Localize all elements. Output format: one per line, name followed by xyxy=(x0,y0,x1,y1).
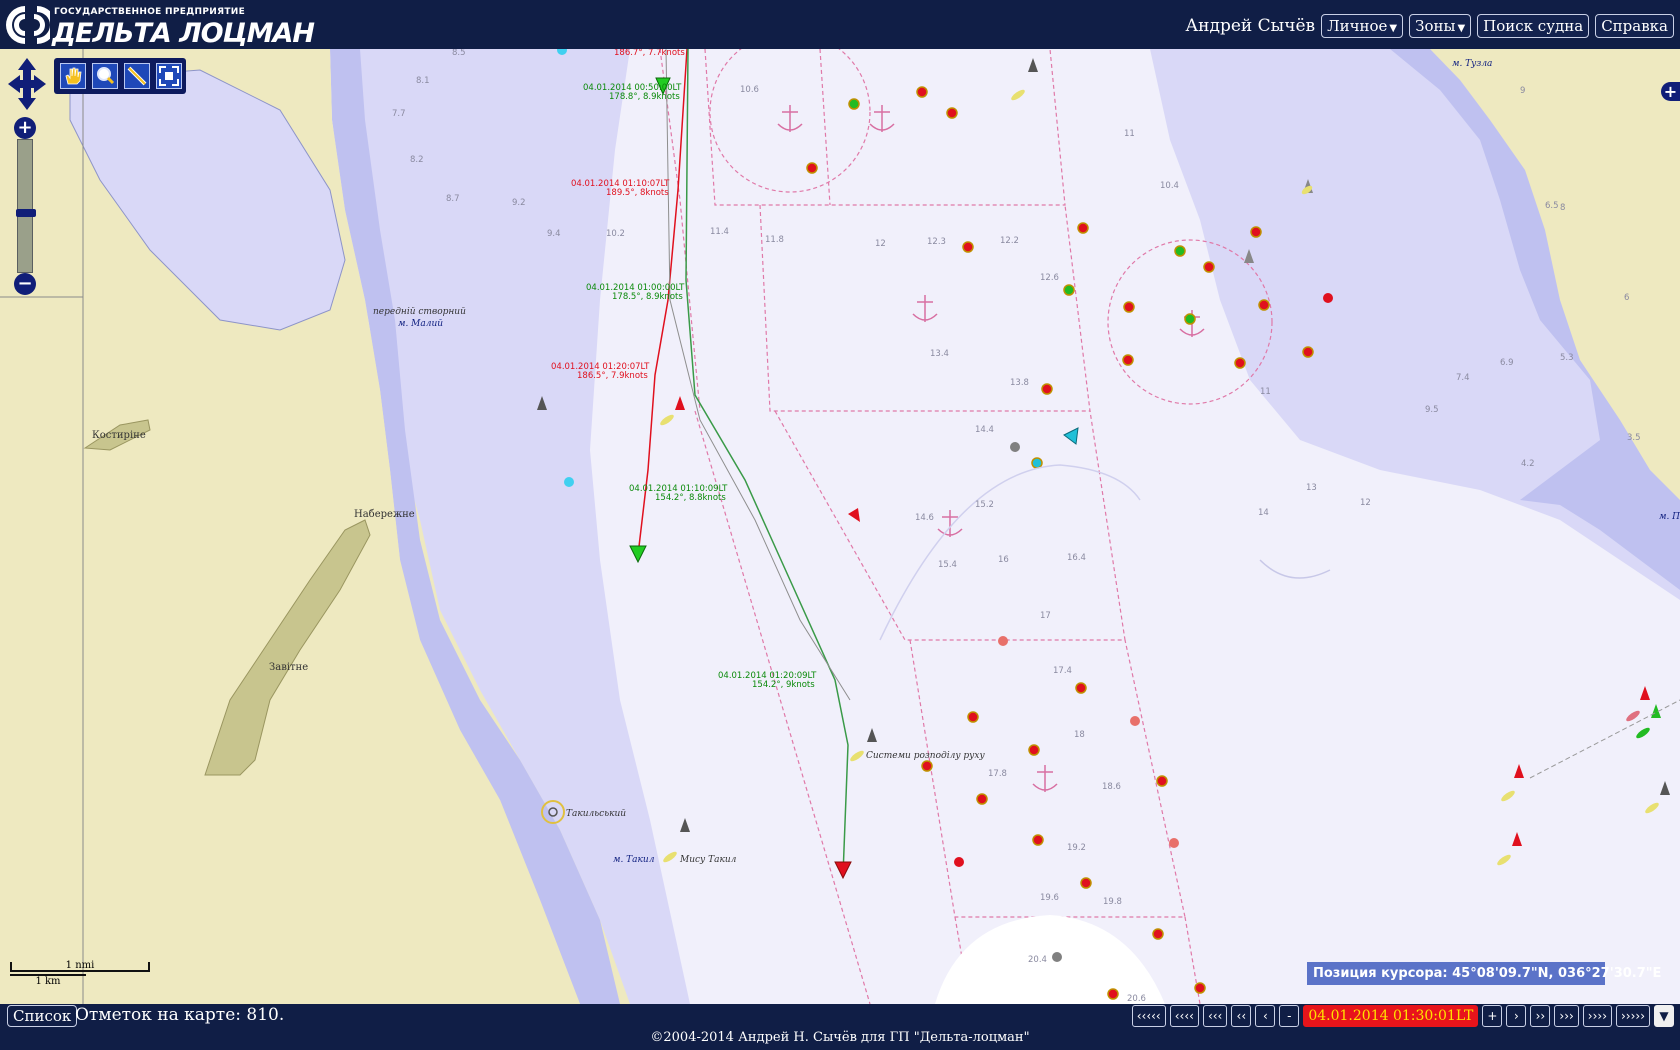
bottom-bar: Список Отметок на карте: 810. ‹‹‹‹‹ ‹‹‹‹… xyxy=(0,1004,1680,1050)
time-forward-4-button[interactable]: ›››› xyxy=(1582,1005,1612,1027)
hand-pan-tool-icon[interactable] xyxy=(60,63,86,89)
menu-personal-label: Личное xyxy=(1327,17,1388,35)
chevron-down-icon: ▼ xyxy=(1457,23,1466,34)
zoom-out-button[interactable]: − xyxy=(14,273,36,295)
time-forward-3-button[interactable]: ››› xyxy=(1554,1005,1579,1027)
zoom-slider[interactable]: + − xyxy=(14,117,36,295)
time-forward-2-button[interactable]: ›› xyxy=(1530,1005,1551,1027)
time-back-3-button[interactable]: ‹‹‹ xyxy=(1202,1005,1228,1027)
time-back-4-button[interactable]: ‹‹‹‹ xyxy=(1169,1005,1199,1027)
chart-canvas[interactable] xyxy=(0,49,1680,1004)
user-box: Андрей Сычёв Личное ▼ Зоны ▼ Поиск судна С… xyxy=(1185,14,1680,38)
menu-personal-button[interactable]: Личное ▼ xyxy=(1321,14,1404,38)
logo[interactable]: ГОСУДАРСТВЕННОЕ ПРЕДПРИЯТИЕ ДЕЛЬТА ЛОЦМА… xyxy=(4,4,315,49)
top-bar: ГОСУДАРСТВЕННОЕ ПРЕДПРИЯТИЕ ДЕЛЬТА ЛОЦМА… xyxy=(0,0,1680,49)
time-navigation: ‹‹‹‹‹ ‹‹‹‹ ‹‹‹ ‹‹ ‹ - 04.01.2014 01:30:0… xyxy=(1128,1005,1674,1027)
time-back-2-button[interactable]: ‹‹ xyxy=(1231,1005,1252,1027)
logo-subtitle: ГОСУДАРСТВЕННОЕ ПРЕДПРИЯТИЕ xyxy=(54,7,246,17)
play-dropdown-icon[interactable]: ▼ xyxy=(1654,1005,1674,1027)
expand-panel-button[interactable]: + xyxy=(1661,82,1680,101)
delta-logo-icon xyxy=(6,6,50,44)
nautical-chart-map[interactable]: 8.5 8.1 7.7 8.2 8.7 9.2 9.4 10.6 10.2 11… xyxy=(0,49,1680,1004)
time-minus-button[interactable]: - xyxy=(1279,1005,1300,1027)
current-time-display[interactable]: 04.01.2014 01:30:01LT xyxy=(1303,1005,1479,1027)
menu-zones-label: Зоны xyxy=(1415,17,1456,35)
time-forward-1-button[interactable]: › xyxy=(1506,1005,1527,1027)
time-plus-button[interactable]: + xyxy=(1482,1005,1503,1027)
cursor-position-readout: Позиция курсора: 45°08'09.7"N, 036°27'30… xyxy=(1307,962,1661,985)
fullscreen-tool-icon[interactable] xyxy=(156,63,182,89)
marks-count: Отметок на карте: 810. xyxy=(75,1005,285,1025)
list-button[interactable]: Список xyxy=(7,1005,78,1027)
zoom-handle[interactable] xyxy=(16,209,36,217)
help-button[interactable]: Справка xyxy=(1595,14,1674,38)
pan-control[interactable] xyxy=(8,58,46,110)
zoom-track[interactable] xyxy=(16,139,36,273)
zoom-lens-tool-icon[interactable] xyxy=(92,63,118,89)
chevron-down-icon: ▼ xyxy=(1389,23,1398,34)
logo-title: ДЕЛЬТА ЛОЦМАН xyxy=(52,18,315,49)
time-back-5-button[interactable]: ‹‹‹‹‹ xyxy=(1131,1005,1166,1027)
map-scale: 1 nmi 1 km xyxy=(10,960,150,990)
scale-nmi: 1 nmi xyxy=(10,960,150,972)
copyright: ©2004-2014 Андрей Н. Сычёв для ГП "Дельт… xyxy=(650,1030,1030,1045)
scale-km: 1 km xyxy=(10,974,86,988)
vessel-search-button[interactable]: Поиск судна xyxy=(1477,14,1590,38)
measure-ruler-tool-icon[interactable] xyxy=(124,63,150,89)
user-name: Андрей Сычёв xyxy=(1185,16,1316,36)
time-forward-5-button[interactable]: ››››› xyxy=(1616,1005,1650,1027)
zoom-in-button[interactable]: + xyxy=(14,117,36,139)
menu-zones-button[interactable]: Зоны ▼ xyxy=(1409,14,1472,38)
time-back-1-button[interactable]: ‹ xyxy=(1255,1005,1276,1027)
map-tools xyxy=(54,58,186,94)
